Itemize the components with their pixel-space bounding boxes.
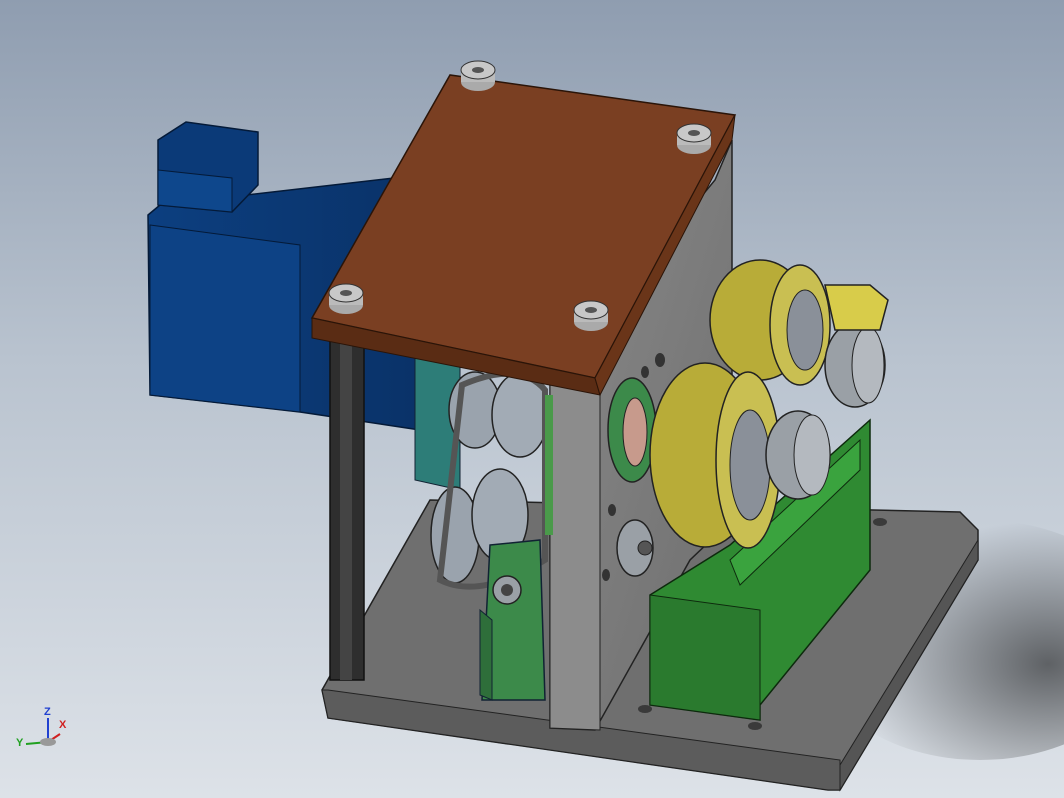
base-hole (873, 518, 887, 526)
assembly-model[interactable] (0, 0, 1064, 798)
cap-screw (676, 123, 712, 154)
frame-hole (641, 366, 649, 378)
base-hole (748, 722, 762, 730)
green-slider[interactable] (479, 539, 546, 701)
base-hole (638, 705, 652, 713)
frame-hole (655, 353, 665, 367)
cap-screw (328, 283, 364, 314)
yellow-clamp (824, 284, 889, 331)
frame-hole (608, 504, 616, 516)
cap-screw (573, 300, 609, 331)
y-axis-label: Y (16, 737, 24, 749)
coordinate-triad: Z X Y (8, 700, 78, 760)
z-axis-label: Z (44, 706, 51, 718)
frame-hole (602, 569, 610, 581)
x-axis-label: X (59, 719, 67, 731)
cad-viewport[interactable]: Z X Y (0, 0, 1064, 798)
cap-screw (460, 60, 496, 91)
